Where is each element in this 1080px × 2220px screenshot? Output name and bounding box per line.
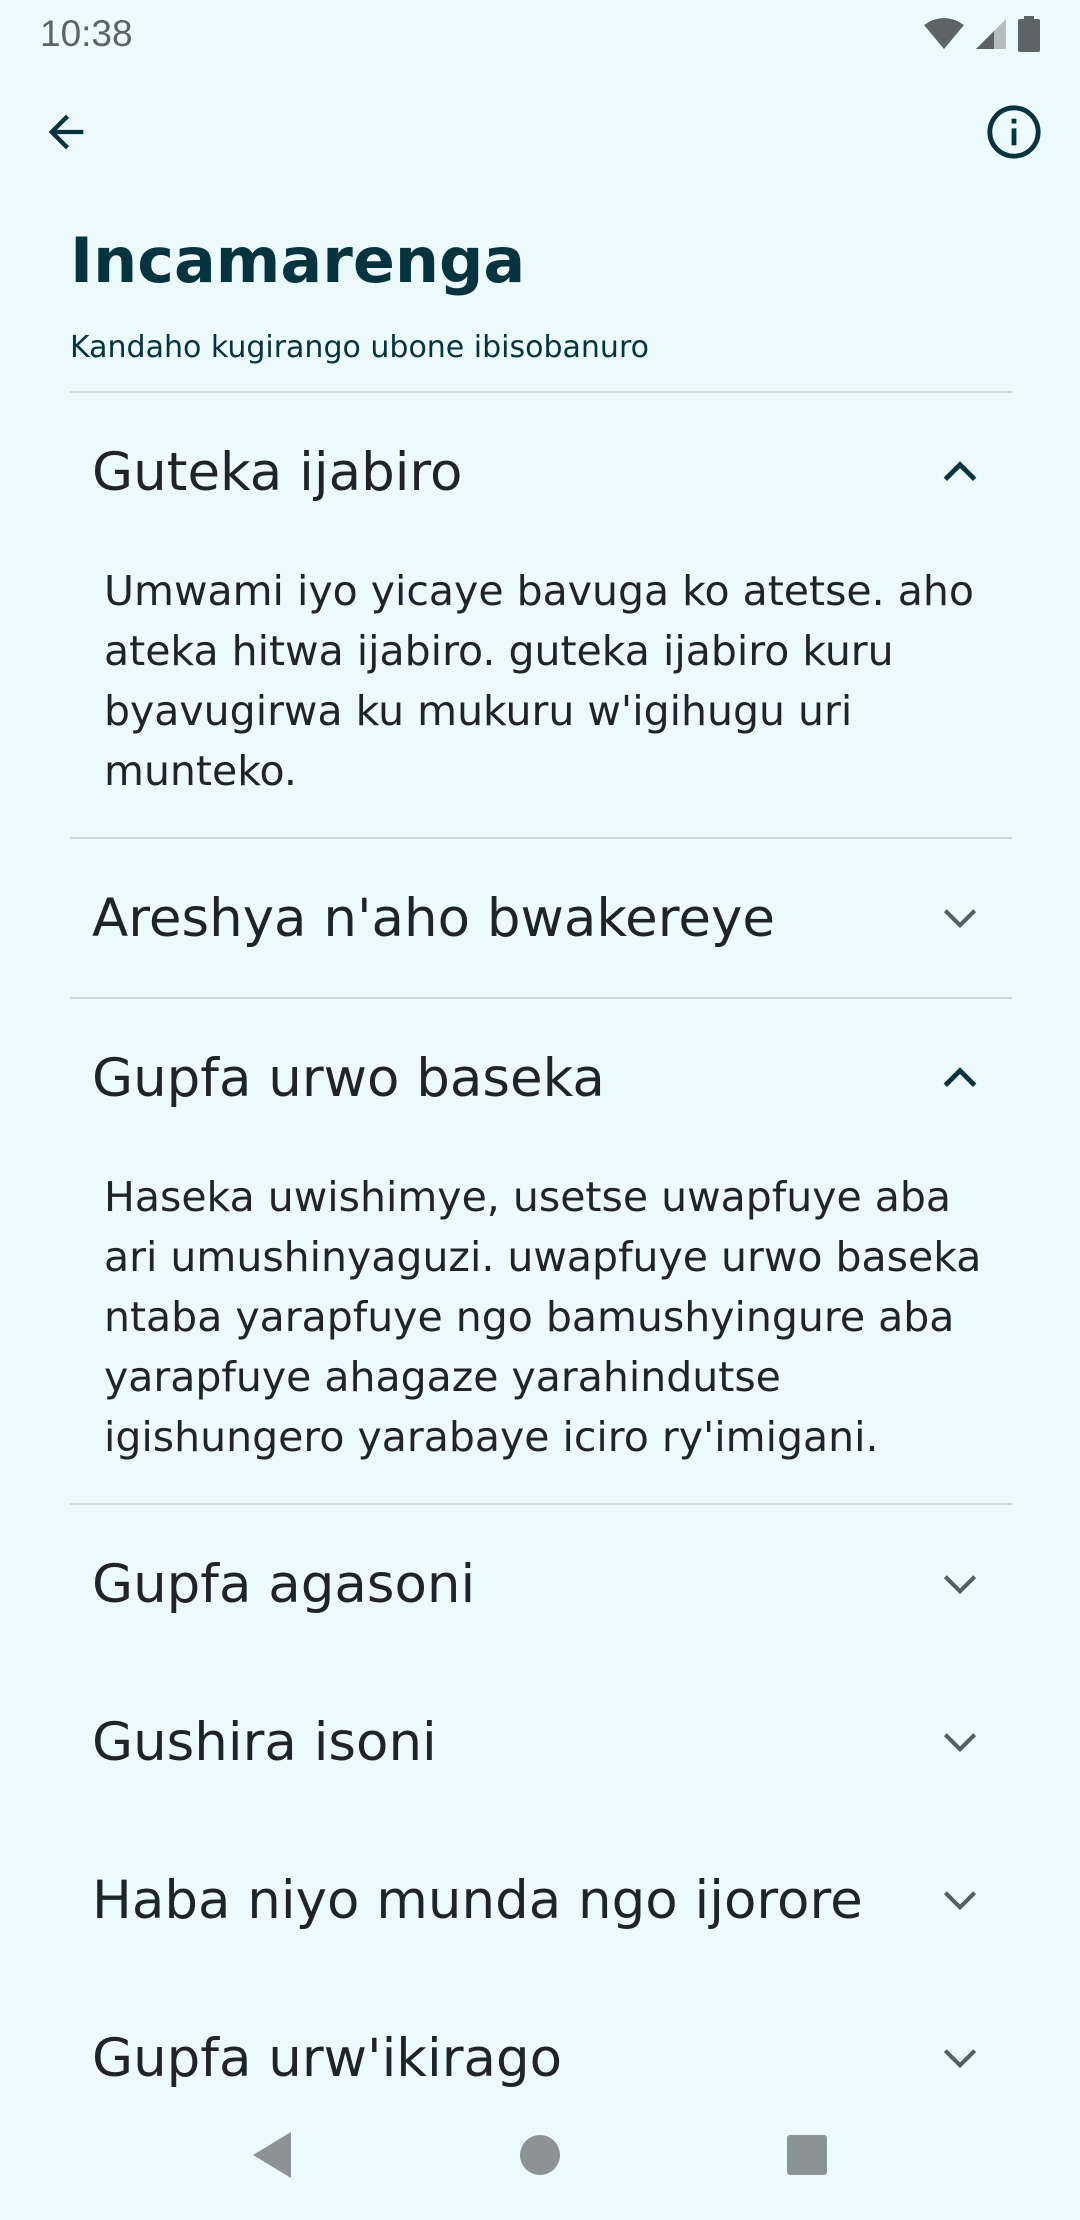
status-bar: 10:38	[0, 0, 1080, 68]
list-item-header[interactable]: Guteka ijabiro	[70, 393, 1012, 551]
list-item: Areshya n'aho bwakereye	[70, 837, 1012, 997]
square-recents-icon	[786, 2135, 827, 2175]
list-item-header[interactable]: Gushira isoni	[70, 1663, 1012, 1821]
chevron-down-icon	[938, 896, 982, 940]
list-item: Gupfa agasoni	[70, 1503, 1012, 1663]
status-time: 10:38	[40, 13, 133, 54]
nav-back-button[interactable]	[228, 2110, 318, 2200]
list-item: Gupfa urwo baseka Haseka uwishimye, uset…	[70, 997, 1012, 1503]
list-item-title: Guteka ijabiro	[92, 441, 463, 503]
cellular-signal-icon	[976, 19, 1006, 49]
list-item: Gushira isoni	[70, 1663, 1012, 1821]
list-item-body: Haseka uwishimye, usetse uwapfuye aba ar…	[104, 1173, 982, 1461]
list-item-title: Haba niyo munda ngo ijorore	[92, 1869, 863, 1931]
list-item-body: Umwami iyo yicaye bavuga ko atetse. aho …	[104, 567, 974, 795]
nav-recents-button[interactable]	[762, 2110, 852, 2200]
chevron-down-icon	[938, 1878, 982, 1922]
list-item-title: Areshya n'aho bwakereye	[92, 887, 775, 949]
page-subtitle: Kandaho kugirango ubone ibisobanuro	[70, 330, 649, 365]
list-item-title: Gushira isoni	[92, 1711, 437, 1773]
circle-home-icon	[519, 2135, 560, 2175]
list-item-title: Gupfa urw'ikirago	[92, 2027, 563, 2089]
list-item: Haba niyo munda ngo ijorore	[70, 1821, 1012, 1979]
proverb-list: Guteka ijabiro Umwami iyo yicaye bavuga …	[70, 391, 1012, 2137]
page-title: Incamarenga	[70, 224, 526, 297]
battery-icon	[1018, 16, 1040, 52]
list-item: Guteka ijabiro Umwami iyo yicaye bavuga …	[70, 391, 1012, 837]
list-item-title: Gupfa urwo baseka	[92, 1047, 605, 1109]
back-button[interactable]	[14, 80, 118, 184]
chevron-down-icon	[938, 2036, 982, 2080]
info-icon	[987, 105, 1041, 159]
info-button[interactable]	[962, 80, 1066, 184]
list-item-header[interactable]: Areshya n'aho bwakereye	[70, 839, 1012, 997]
app-bar	[0, 80, 1080, 184]
list-item-header[interactable]: Gupfa agasoni	[70, 1505, 1012, 1663]
wifi-icon	[924, 18, 964, 49]
arrow-left-icon	[48, 114, 84, 150]
chevron-down-icon	[938, 1720, 982, 1764]
list-item-header[interactable]: Haba niyo munda ngo ijorore	[70, 1821, 1012, 1979]
system-nav-bar	[0, 2090, 1080, 2220]
nav-home-button[interactable]	[495, 2110, 585, 2200]
list-item-title: Gupfa agasoni	[92, 1553, 476, 1615]
list-item-header[interactable]: Gupfa urwo baseka	[70, 999, 1012, 1157]
triangle-back-icon	[253, 2132, 292, 2178]
chevron-up-icon	[938, 450, 982, 494]
status-icons	[924, 16, 1040, 52]
chevron-down-icon	[938, 1562, 982, 1606]
chevron-up-icon	[938, 1056, 982, 1100]
